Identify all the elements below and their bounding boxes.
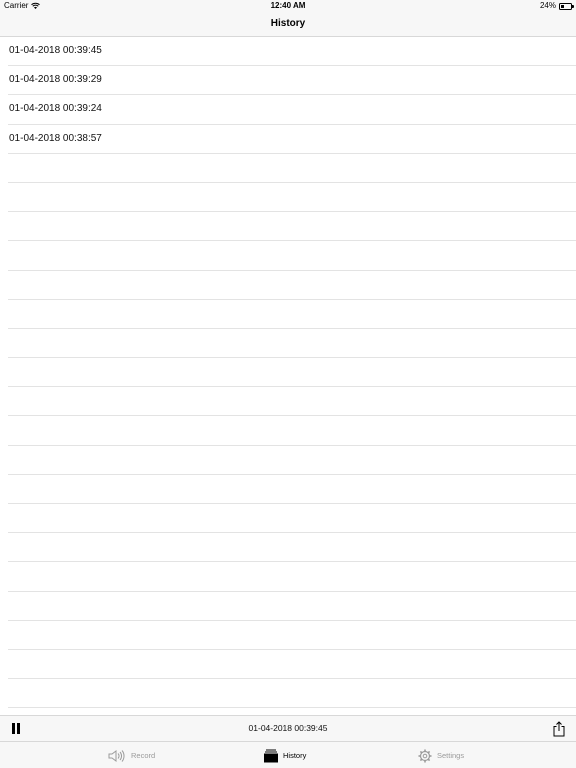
player-bar: 01-04-2018 00:39:45 xyxy=(0,715,576,741)
share-button[interactable] xyxy=(552,721,566,737)
list-item-empty xyxy=(8,358,576,388)
list-item-label: 01-04-2018 00:39:29 xyxy=(9,74,102,86)
battery-nub xyxy=(572,5,574,8)
tab-bar: Record History Settings xyxy=(0,741,576,768)
list-item-empty xyxy=(8,241,576,271)
list-item-empty xyxy=(8,475,576,504)
speaker-icon xyxy=(108,749,126,762)
list-item-empty xyxy=(8,183,576,213)
tab-settings-label: Settings xyxy=(437,751,465,760)
stack-icon xyxy=(264,749,278,763)
status-bar: Carrier 12:40 AM 24% xyxy=(0,0,576,12)
tab-history[interactable]: History xyxy=(264,742,306,768)
list-item[interactable]: 01-04-2018 00:39:29 xyxy=(8,66,576,96)
list-item-empty xyxy=(8,562,576,592)
list-item-empty xyxy=(8,387,576,417)
battery-percent: 24% xyxy=(539,1,556,10)
list-item[interactable]: 01-04-2018 00:39:45 xyxy=(8,37,576,67)
navigation-bar: History xyxy=(0,12,576,37)
battery-fill xyxy=(561,4,564,8)
list-item-empty xyxy=(8,446,576,475)
page-title: History xyxy=(270,18,306,29)
share-icon xyxy=(553,721,565,737)
list-item-empty xyxy=(8,504,576,534)
list-item-label: 01-04-2018 00:39:45 xyxy=(9,45,102,56)
battery-icon xyxy=(559,2,574,10)
tab-settings[interactable]: Settings xyxy=(418,742,464,768)
list-item-empty xyxy=(8,650,576,680)
now-playing-label: 01-04-2018 00:39:45 xyxy=(248,723,328,733)
gear-icon xyxy=(418,749,432,763)
list-item-empty xyxy=(8,154,576,183)
tab-record-label: Record xyxy=(131,751,156,760)
list-item-empty xyxy=(8,300,576,329)
list-item-empty xyxy=(8,592,576,621)
list-item-empty xyxy=(8,621,576,650)
list-item-empty xyxy=(8,533,576,563)
list-item-label: 01-04-2018 00:38:57 xyxy=(9,132,102,144)
tab-record[interactable]: Record xyxy=(108,742,155,768)
list-item-empty xyxy=(8,212,576,242)
app-root: Carrier 12:40 AM 24% History 01-04-2018 … xyxy=(0,0,576,768)
tab-history-label: History xyxy=(283,751,307,760)
status-time: 12:40 AM xyxy=(270,1,306,10)
list-item-empty xyxy=(8,271,576,300)
status-right: 24% xyxy=(539,0,574,12)
history-list[interactable]: 01-04-2018 00:39:45 01-04-2018 00:39:29 01… xyxy=(0,37,576,715)
list-item[interactable]: 01-04-2018 00:39:24 xyxy=(8,95,576,125)
list-item[interactable]: 01-04-2018 00:38:57 xyxy=(8,125,576,154)
list-item-label: 01-04-2018 00:39:24 xyxy=(9,103,102,115)
list-item-empty xyxy=(8,329,576,359)
list-item-empty xyxy=(8,679,576,709)
list-item-empty xyxy=(8,416,576,446)
